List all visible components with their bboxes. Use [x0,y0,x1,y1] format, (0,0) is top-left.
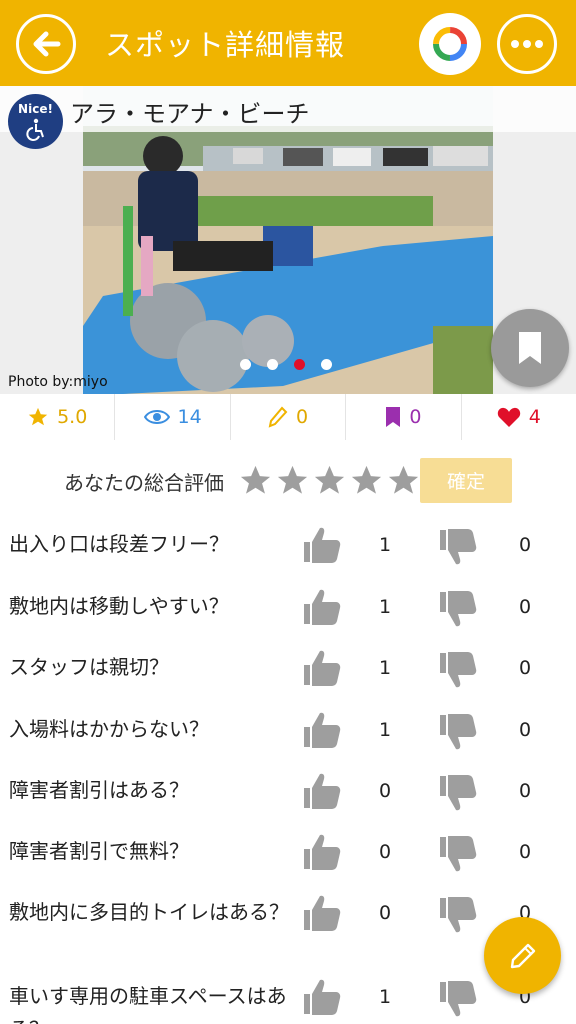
thumbs-down-icon[interactable] [436,590,480,632]
stat-rating: 5.0 [0,394,116,440]
wheelchair-icon [26,118,44,141]
nice-badge: Nice! [8,94,63,149]
pencil-icon [510,943,535,968]
thumbs-up-icon[interactable] [300,524,344,566]
question-row: 敷地内は移動しやすい？ 1 0 [0,586,576,648]
thumbs-up-count: 0 [378,902,392,924]
app-header: スポット詳細情報 [0,0,576,86]
back-button[interactable] [16,14,76,74]
thumbs-down-icon[interactable] [436,651,480,693]
question-text: 敷地内に多目的トイレはある？ [9,900,289,924]
question-row: 車いす専用の駐車スペースはある？10 [0,976,576,1024]
question-text: 障害者割引で無料？ [9,839,189,863]
carousel-indicator [240,359,332,370]
question-text: 入場料はかからない？ [9,717,209,741]
thumbs-up-icon[interactable] [300,709,344,751]
stat-edits[interactable]: 0 [231,394,347,440]
question-row: 出入り口は段差フリー？ 1 0 [0,524,576,586]
carousel-dot-active[interactable] [294,359,305,370]
thumbs-down-count: 0 [518,534,532,556]
star-icon [28,407,48,426]
thumbs-up-count: 0 [378,841,392,863]
question-row: 入場料はかからない？ 1 0 [0,709,576,771]
confirm-button[interactable]: 確定 [420,458,512,503]
nice-badge-label: Nice! [18,102,53,116]
thumbs-down-count: 0 [518,841,532,863]
question-row: 障害者割引はある？ 0 0 [0,770,576,832]
thumbs-up-count: 1 [378,534,392,556]
thumbs-down-icon[interactable] [436,713,480,755]
thumbs-up-count: 0 [378,780,392,802]
thumbs-down-icon[interactable] [436,528,480,570]
star-icon[interactable] [275,463,310,498]
question-text: 障害者割引はある？ [9,778,189,802]
star-icon[interactable] [349,463,384,498]
bookmark-icon [386,407,401,427]
eye-icon [143,410,170,424]
google-button[interactable] [419,13,481,75]
spot-photo [83,86,493,394]
question-text: 出入り口は段差フリー？ [9,532,229,556]
thumbs-up-icon[interactable] [300,976,344,1018]
carousel-dot[interactable] [321,359,332,370]
stat-bookmarks[interactable]: 0 [346,394,462,440]
thumbs-up-icon[interactable] [300,892,344,934]
arrow-left-icon [33,31,61,57]
thumbs-up-count: 1 [378,657,392,679]
thumbs-down-count: 0 [518,657,532,679]
thumbs-up-count: 1 [378,719,392,741]
edits-value: 0 [295,406,309,428]
thumbs-up-icon[interactable] [300,831,344,873]
carousel-dot[interactable] [240,359,251,370]
thumbs-up-icon[interactable] [300,770,344,812]
question-row: スタッフは親切？ 1 0 [0,647,576,709]
views-value: 14 [177,406,202,428]
heart-icon [497,407,520,427]
question-row: 障害者割引で無料？ 0 0 [0,831,576,893]
thumbs-up-icon[interactable] [300,647,344,689]
stat-views: 14 [115,394,231,440]
more-horizontal-icon [511,40,543,48]
spot-name: アラ・モアナ・ビーチ [70,100,310,128]
rating-value: 5.0 [57,406,88,428]
question-text: スタッフは親切？ [9,655,169,679]
thumbs-up-icon[interactable] [300,586,344,628]
star-icon[interactable] [238,463,273,498]
stats-bar: 5.0 14 0 0 4 [0,394,576,440]
photo-credit: Photo by:miyo [8,374,108,390]
overall-rating-row: あなたの総合評価 確定 [0,456,576,506]
thumbs-up-count: 1 [378,596,392,618]
stat-likes[interactable]: 4 [462,394,576,440]
thumbs-down-count: 0 [518,719,532,741]
bookmark-icon [519,332,541,364]
thumbs-down-icon[interactable] [436,835,480,877]
star-icon[interactable] [386,463,421,498]
bookmark-button[interactable] [491,309,569,387]
rating-label: あなたの総合評価 [64,471,224,495]
photo-carousel[interactable]: Nice! アラ・モアナ・ビーチ Photo by:miyo [0,86,576,394]
thumbs-down-icon[interactable] [436,980,480,1022]
page-title: スポット詳細情報 [105,28,346,62]
more-button[interactable] [497,14,557,74]
edit-button[interactable] [484,917,561,994]
thumbs-down-icon[interactable] [436,774,480,816]
likes-value: 4 [528,406,541,428]
carousel-dot[interactable] [267,359,278,370]
thumbs-down-count: 0 [518,596,532,618]
thumbs-up-count: 1 [378,986,392,1008]
question-text: 敷地内は移動しやすい？ [9,594,229,618]
bookmarks-value: 0 [409,406,422,428]
question-text: 車いす専用の駐車スペースはある？ [9,984,287,1024]
star-icon[interactable] [312,463,347,498]
rating-stars [238,463,421,498]
thumbs-down-icon[interactable] [436,896,480,938]
google-icon [433,27,467,61]
thumbs-down-count: 0 [518,780,532,802]
pencil-icon [268,406,288,428]
